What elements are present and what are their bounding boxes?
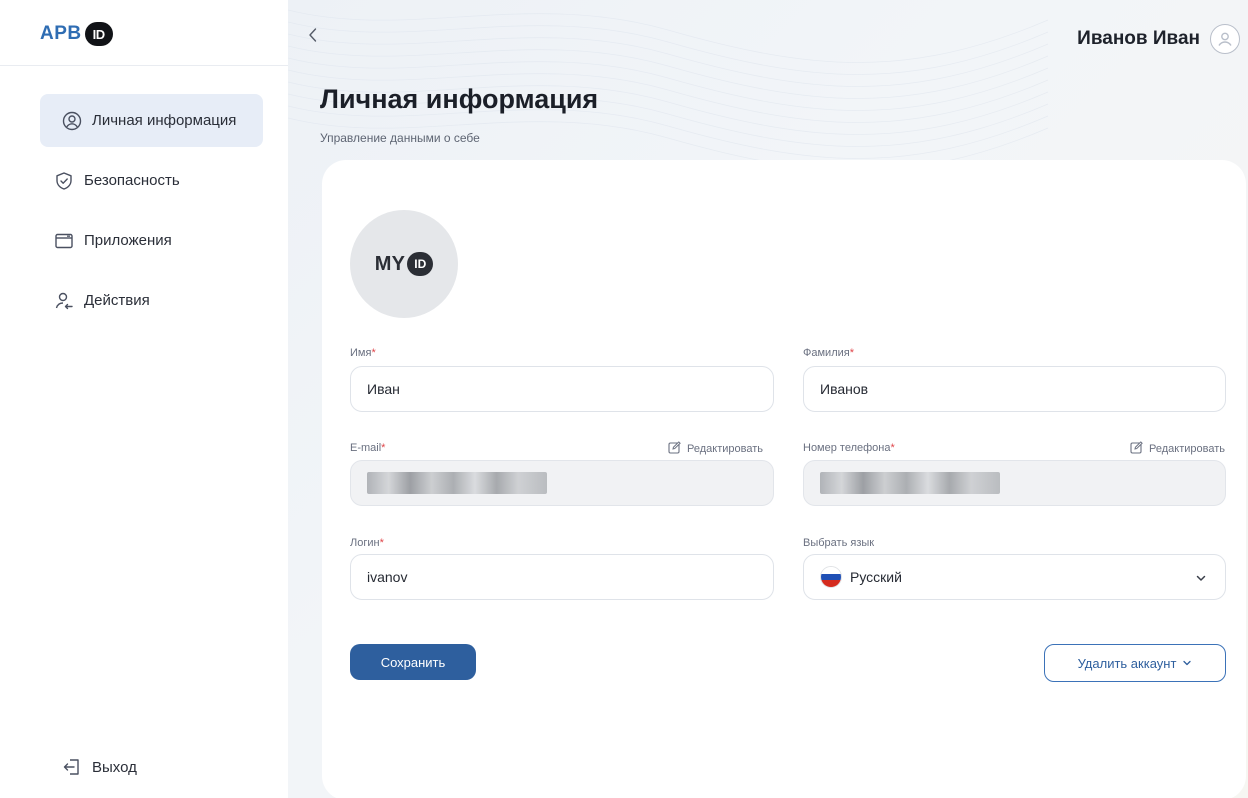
sidebar-item-security[interactable]: Безопасность	[40, 154, 263, 207]
brand-logo[interactable]: АРВ ID	[40, 22, 113, 46]
sidebar-nav: Личная информация Безопасность Приложени…	[40, 94, 263, 334]
email-label: E-mail*	[350, 442, 386, 454]
phone-redacted	[820, 472, 1000, 494]
email-edit-link[interactable]: Редактировать	[668, 441, 763, 457]
edit-icon	[668, 441, 681, 457]
sidebar-item-label: Личная информация	[92, 112, 237, 129]
user-circle-icon	[62, 111, 82, 131]
login-input[interactable]: ivanov	[350, 554, 774, 600]
delete-account-button[interactable]: Удалить аккаунт	[1044, 644, 1226, 682]
sidebar-item-label: Безопасность	[84, 172, 180, 189]
phone-field[interactable]	[803, 460, 1226, 506]
edit-icon	[1130, 441, 1143, 457]
sidebar-item-activity[interactable]: Действия	[40, 274, 263, 327]
last-name-label: Фамилия*	[803, 347, 854, 359]
email-field[interactable]	[350, 460, 774, 506]
user-avatar-icon	[1210, 24, 1240, 54]
chevron-down-icon	[1195, 571, 1207, 587]
shield-check-icon	[54, 171, 74, 191]
sidebar-item-label: Приложения	[84, 232, 172, 249]
logo-text: АРВ	[40, 23, 82, 44]
last-name-input[interactable]: Иванов	[803, 366, 1226, 412]
phone-label: Номер телефона*	[803, 442, 895, 454]
sidebar-item-applications[interactable]: Приложения	[40, 214, 263, 267]
delete-account-label: Удалить аккаунт	[1077, 655, 1177, 671]
language-select[interactable]: Русский	[803, 554, 1226, 600]
russia-flag-icon	[820, 566, 842, 588]
sidebar-item-personal-info[interactable]: Личная информация	[40, 94, 263, 147]
user-name: Иванов Иван	[1077, 28, 1200, 49]
logout-button[interactable]: Выход	[62, 757, 137, 777]
chevron-left-icon	[309, 28, 317, 42]
sidebar: АРВ ID Личная информация Безопасность Пр…	[0, 0, 288, 798]
language-label: Выбрать язык	[803, 537, 875, 549]
sidebar-header: АРВ ID	[0, 0, 288, 66]
page-title: Личная информация	[320, 84, 599, 114]
window-icon	[54, 231, 74, 251]
page-subtitle: Управление данными о себе	[320, 131, 480, 145]
first-name-value: Иван	[367, 381, 400, 397]
logo-badge: ID	[84, 22, 113, 46]
language-value: Русский	[850, 569, 902, 585]
last-name-value: Иванов	[820, 381, 869, 397]
chevron-down-icon	[1182, 656, 1192, 671]
email-redacted	[367, 472, 547, 494]
first-name-input[interactable]: Иван	[350, 366, 774, 412]
login-value: ivanov	[367, 569, 408, 585]
main-content: Иванов Иван Личная информация Управление…	[288, 0, 1248, 798]
collapse-sidebar-button[interactable]	[300, 20, 326, 50]
logout-label: Выход	[92, 758, 137, 776]
profile-card: MY ID Имя* Иван Фамилия* Иванов E-mail* …	[322, 160, 1246, 798]
user-menu[interactable]: Иванов Иван	[1077, 24, 1240, 54]
login-label: Логин*	[350, 537, 384, 549]
first-name-label: Имя*	[350, 347, 376, 359]
save-button[interactable]: Сохранить	[350, 644, 476, 680]
avatar-text: MY	[374, 252, 406, 275]
phone-edit-link[interactable]: Редактировать	[1130, 441, 1225, 457]
logout-icon	[62, 757, 82, 777]
user-activity-icon	[54, 291, 74, 311]
sidebar-item-label: Действия	[84, 292, 150, 309]
avatar-badge: ID	[407, 252, 434, 276]
profile-avatar[interactable]: MY ID	[350, 210, 458, 318]
